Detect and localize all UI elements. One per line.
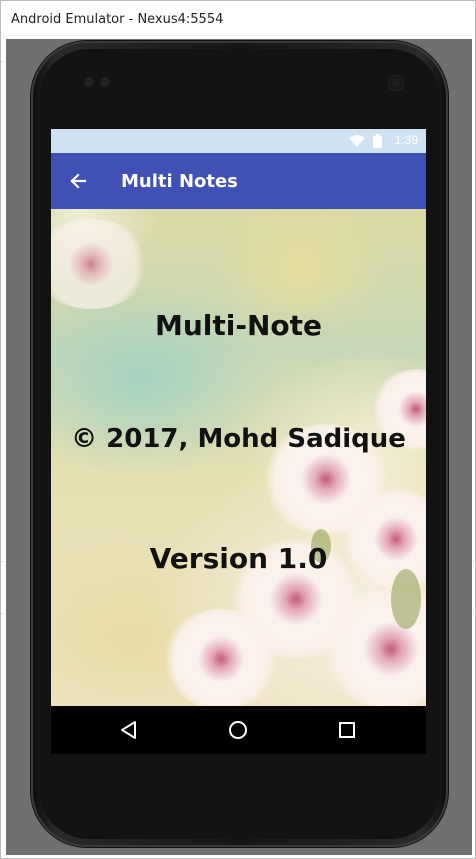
- about-content: Multi-Note © 2017, Mohd Sadique Version …: [51, 209, 426, 706]
- emulator-window: Android Emulator - Nexus4:5554 1:39 Mult…: [0, 0, 476, 859]
- window-title: Android Emulator - Nexus4:5554: [11, 12, 224, 27]
- battery-icon: [373, 134, 382, 148]
- wifi-icon: [349, 135, 365, 148]
- copyright-label: © 2017, Mohd Sadique: [71, 424, 406, 454]
- status-clock: 1:39: [394, 133, 418, 147]
- status-bar: 1:39: [51, 129, 426, 153]
- app-name-label: Multi-Note: [154, 309, 323, 342]
- square-recents-icon[interactable]: [335, 718, 359, 742]
- toolbar-title: Multi Notes: [121, 171, 238, 192]
- left-edge-mark: [1, 613, 4, 614]
- sensor-dot: [83, 76, 95, 88]
- arrow-back-icon[interactable]: [61, 163, 97, 199]
- navigation-bar: [51, 706, 426, 754]
- app-toolbar: Multi Notes: [51, 153, 426, 209]
- circle-home-icon[interactable]: [226, 718, 250, 742]
- phone-screen: 1:39 Multi Notes Multi-Note © 2017, Mohd…: [51, 129, 426, 754]
- window-titlebar[interactable]: Android Emulator - Nexus4:5554: [1, 1, 475, 39]
- left-edge-mark: [1, 561, 4, 562]
- left-edge-mark: [1, 61, 4, 62]
- front-camera: [389, 76, 403, 90]
- sensor-dot: [99, 76, 111, 88]
- blossom-decoration: [51, 219, 151, 309]
- leaf-decoration: [391, 569, 421, 629]
- triangle-back-icon[interactable]: [117, 718, 141, 742]
- blossom-decoration: [161, 609, 281, 706]
- version-label: Version 1.0: [149, 542, 328, 575]
